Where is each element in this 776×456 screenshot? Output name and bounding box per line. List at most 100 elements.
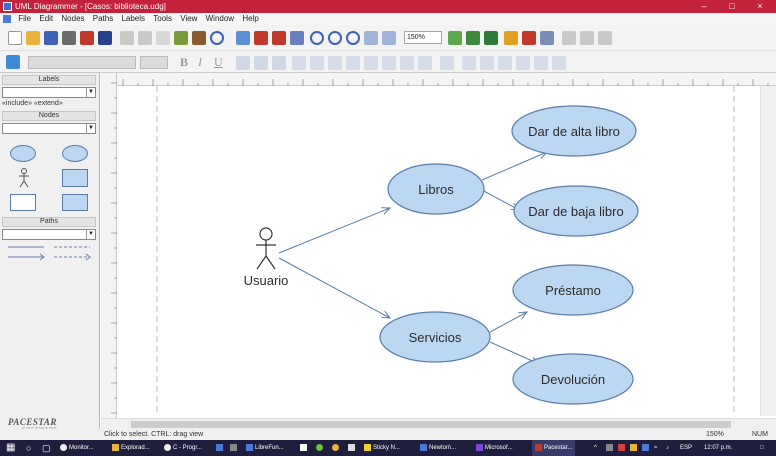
align-text-center-icon[interactable]: [254, 56, 268, 70]
undo-icon[interactable]: [210, 31, 224, 45]
font-name-field[interactable]: [28, 56, 136, 69]
new-file-icon[interactable]: [8, 31, 22, 45]
line-8-icon[interactable]: [418, 56, 432, 70]
note-node-tool[interactable]: [10, 194, 36, 211]
select-arrow-icon[interactable]: [236, 31, 250, 45]
menu-labels[interactable]: Labels: [118, 13, 148, 25]
search-icon[interactable]: ○: [26, 440, 31, 456]
taskbar-pinned-6[interactable]: [348, 440, 357, 456]
usecase-libros[interactable]: Libros: [387, 163, 485, 215]
taskbar-pinned-2[interactable]: [230, 440, 239, 456]
taskbar-app-microsoft[interactable]: Microsof...: [476, 440, 513, 456]
diagram-canvas[interactable]: Usuario Libros Servicios Dar de alta lib…: [117, 86, 760, 416]
scroll-thumb[interactable]: [131, 421, 731, 428]
zoom-page-icon[interactable]: [364, 31, 378, 45]
actor-node-tool[interactable]: [18, 168, 30, 188]
usecase-node-tool[interactable]: [62, 145, 88, 162]
package-node-tool[interactable]: [62, 194, 88, 211]
line-style-icon[interactable]: [540, 31, 554, 45]
tray-icon-4[interactable]: [642, 440, 651, 456]
menu-help[interactable]: Help: [239, 13, 261, 25]
menu-edit[interactable]: Edit: [36, 13, 56, 25]
labels-combo[interactable]: ▼: [2, 87, 96, 98]
taskbar-pinned-4[interactable]: [316, 440, 325, 456]
horizontal-scrollbar[interactable]: [101, 418, 776, 429]
tray-icon-2[interactable]: [618, 440, 627, 456]
copy-icon[interactable]: [138, 31, 152, 45]
endpoint-2-icon[interactable]: [480, 56, 494, 70]
menu-window[interactable]: Window: [203, 13, 237, 25]
menu-file[interactable]: File: [15, 13, 34, 25]
taskbar-pinned-3[interactable]: [300, 440, 309, 456]
zoom-fit-icon[interactable]: [382, 31, 396, 45]
align-left-icon[interactable]: [562, 31, 576, 45]
association-libros-alta[interactable]: [481, 152, 547, 181]
ellipse-node-tool[interactable]: [10, 145, 36, 162]
menu-view[interactable]: View: [177, 13, 200, 25]
maximize-button[interactable]: □: [718, 0, 746, 13]
language-indicator[interactable]: ESP: [680, 440, 692, 456]
endpoint-5-icon[interactable]: [534, 56, 548, 70]
line-2-icon[interactable]: [310, 56, 324, 70]
start-windows-icon[interactable]: ▦: [6, 440, 15, 456]
association-usuario-servicios[interactable]: [278, 257, 390, 318]
path-tools[interactable]: [6, 243, 94, 263]
taskbar-app-pacestar[interactable]: Pacestar...: [532, 440, 576, 456]
network-icon[interactable]: ≈: [654, 440, 657, 456]
association-usuario-libros[interactable]: [278, 208, 390, 254]
underline-button[interactable]: U: [214, 55, 223, 70]
line-3-icon[interactable]: [328, 56, 342, 70]
usecase-servicios[interactable]: Servicios: [379, 311, 491, 363]
font-color-icon[interactable]: [522, 31, 536, 45]
text-tool-2-icon[interactable]: [272, 31, 286, 45]
nodes-combo[interactable]: ▼: [2, 123, 96, 134]
line-6-icon[interactable]: [382, 56, 396, 70]
close-button[interactable]: ×: [746, 0, 774, 13]
curve-icon[interactable]: [440, 56, 454, 70]
endpoint-icon[interactable]: [462, 56, 476, 70]
zoom-out-icon[interactable]: [328, 31, 342, 45]
tray-icon-3[interactable]: [630, 440, 639, 456]
notification-icon[interactable]: □: [760, 440, 764, 456]
volume-icon[interactable]: ♪: [666, 440, 669, 456]
palette-icon[interactable]: [6, 55, 20, 69]
align-text-right-icon[interactable]: [272, 56, 286, 70]
binoculars-icon[interactable]: [192, 31, 206, 45]
align-center-icon[interactable]: [580, 31, 594, 45]
actor-usuario[interactable]: Usuario: [244, 227, 289, 288]
usecase-dar-de-baja-libro[interactable]: Dar de baja libro: [513, 185, 639, 237]
zoom-select[interactable]: 150%: [404, 31, 442, 44]
menu-paths[interactable]: Paths: [90, 13, 116, 25]
taskbar-app-newton[interactable]: Newton\...: [420, 440, 456, 456]
color-icon[interactable]: [504, 31, 518, 45]
italic-button[interactable]: I: [198, 55, 202, 70]
clock[interactable]: 12:07 p.m.: [704, 440, 732, 456]
zoom-in-icon[interactable]: [310, 31, 324, 45]
text-tool-icon[interactable]: [254, 31, 268, 45]
taskbar-pinned-5[interactable]: [332, 440, 341, 456]
layout-icon[interactable]: [484, 31, 498, 45]
line-icon[interactable]: [292, 56, 306, 70]
paste-icon[interactable]: [156, 31, 170, 45]
cut-icon[interactable]: [120, 31, 134, 45]
align-text-left-icon[interactable]: [236, 56, 250, 70]
line-4-icon[interactable]: [346, 56, 360, 70]
endpoint-4-icon[interactable]: [516, 56, 530, 70]
print-icon[interactable]: [62, 31, 76, 45]
usecase-devolucion[interactable]: Devolución: [512, 353, 634, 405]
taskbar-app-programs[interactable]: C - Progr...: [164, 440, 202, 456]
book-icon[interactable]: [80, 31, 94, 45]
usecase-prestamo[interactable]: Préstamo: [512, 264, 634, 316]
properties-icon[interactable]: [98, 31, 112, 45]
stereotype-labels[interactable]: «include» «extend»: [2, 100, 63, 107]
task-view-icon[interactable]: ▢: [42, 440, 51, 456]
line-5-icon[interactable]: [364, 56, 378, 70]
vertical-scrollbar[interactable]: [760, 86, 776, 416]
taskbar-app-librefun[interactable]: LibreFun...: [246, 440, 284, 456]
menu-tools[interactable]: Tools: [150, 13, 175, 25]
box-node-tool[interactable]: [62, 169, 88, 187]
menu-nodes[interactable]: Nodes: [58, 13, 87, 25]
taskbar-app-monitor[interactable]: Monitor...: [60, 440, 94, 456]
align-right-icon[interactable]: [598, 31, 612, 45]
bold-button[interactable]: B: [180, 55, 188, 70]
